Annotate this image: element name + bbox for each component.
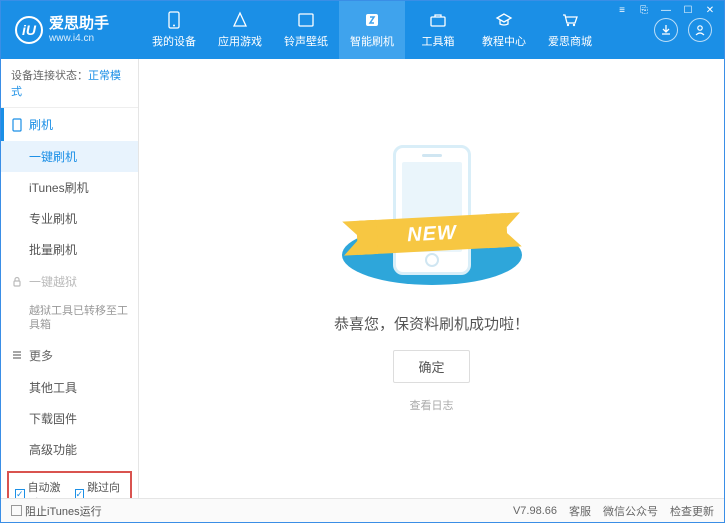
apps-icon bbox=[231, 11, 249, 29]
check-icon: ✓ bbox=[75, 489, 85, 498]
sidebar-group-more[interactable]: 更多 bbox=[1, 339, 138, 372]
user-button[interactable] bbox=[688, 18, 712, 42]
wallpaper-icon bbox=[297, 11, 315, 29]
options-highlight-box: ✓ 自动激活 ✓ 跳过向导 bbox=[7, 471, 132, 498]
nav-store[interactable]: 爱思商城 bbox=[537, 1, 603, 59]
nav-toolbox[interactable]: 工具箱 bbox=[405, 1, 471, 59]
nav-smart-flash[interactable]: 智能刷机 bbox=[339, 1, 405, 59]
service-link[interactable]: 客服 bbox=[569, 503, 591, 519]
chk-label: 跳过向导 bbox=[87, 479, 124, 498]
nav-label: 工具箱 bbox=[422, 33, 455, 49]
chk-label: 自动激活 bbox=[28, 479, 65, 498]
nav-label: 智能刷机 bbox=[350, 33, 394, 49]
chk-label: 阻止iTunes运行 bbox=[25, 503, 102, 519]
nav-label: 我的设备 bbox=[152, 33, 196, 49]
nav-ringtone-wallpaper[interactable]: 铃声壁纸 bbox=[273, 1, 339, 59]
main-content: NEW 恭喜您，保资料刷机成功啦！ 确定 查看日志 bbox=[139, 59, 724, 498]
check-update-link[interactable]: 检查更新 bbox=[670, 503, 714, 519]
toolbox-icon bbox=[429, 11, 447, 29]
main-nav: 我的设备 应用游戏 铃声壁纸 智能刷机 工具箱 教程中心 爱思商城 bbox=[141, 1, 654, 59]
logo-icon: iU bbox=[15, 16, 43, 44]
status-label: 设备连接状态： bbox=[11, 70, 88, 82]
checkbox-block-itunes[interactable]: 阻止iTunes运行 bbox=[11, 503, 102, 519]
wechat-link[interactable]: 微信公众号 bbox=[603, 503, 658, 519]
checkbox-icon bbox=[11, 505, 22, 516]
connection-status: 设备连接状态：正常模式 bbox=[1, 59, 138, 108]
ok-button[interactable]: 确定 bbox=[393, 350, 469, 383]
pin-icon[interactable]: ⎘ bbox=[634, 3, 654, 17]
check-icon: ✓ bbox=[15, 489, 25, 498]
app-name: 爱思助手 bbox=[49, 16, 109, 33]
maximize-icon[interactable]: ☐ bbox=[678, 3, 698, 17]
close-icon[interactable]: ✕ bbox=[700, 3, 720, 17]
jailbreak-note: 越狱工具已转移至工具箱 bbox=[1, 298, 138, 339]
sidebar-item-other-tools[interactable]: 其他工具 bbox=[1, 372, 138, 403]
nav-my-device[interactable]: 我的设备 bbox=[141, 1, 207, 59]
view-log-link[interactable]: 查看日志 bbox=[410, 397, 454, 413]
nav-label: 爱思商城 bbox=[548, 33, 592, 49]
checkbox-auto-activate[interactable]: ✓ 自动激活 bbox=[15, 479, 65, 498]
nav-apps-games[interactable]: 应用游戏 bbox=[207, 1, 273, 59]
version-label: V7.98.66 bbox=[513, 505, 557, 517]
cart-icon bbox=[561, 11, 579, 29]
sidebar-item-itunes-flash[interactable]: iTunes刷机 bbox=[1, 172, 138, 203]
sidebar-item-oneclick-flash[interactable]: 一键刷机 bbox=[1, 141, 138, 172]
footer: 阻止iTunes运行 V7.98.66 客服 微信公众号 检查更新 bbox=[1, 498, 724, 522]
sidebar-item-advanced[interactable]: 高级功能 bbox=[1, 434, 138, 465]
sidebar-item-download-firmware[interactable]: 下载固件 bbox=[1, 403, 138, 434]
graduation-icon bbox=[495, 11, 513, 29]
nav-label: 教程中心 bbox=[482, 33, 526, 49]
app-url: www.i4.cn bbox=[49, 33, 109, 44]
menu-icon[interactable]: ≡ bbox=[612, 3, 632, 17]
download-button[interactable] bbox=[654, 18, 678, 42]
minimize-icon[interactable]: — bbox=[656, 3, 676, 17]
nav-tutorials[interactable]: 教程中心 bbox=[471, 1, 537, 59]
sidebar-item-batch-flash[interactable]: 批量刷机 bbox=[1, 234, 138, 265]
success-illustration: NEW bbox=[337, 145, 527, 295]
flash-icon bbox=[363, 11, 381, 29]
phone-icon bbox=[11, 118, 23, 132]
checkbox-skip-guide[interactable]: ✓ 跳过向导 bbox=[75, 479, 125, 498]
nav-label: 应用游戏 bbox=[218, 33, 262, 49]
lock-icon bbox=[11, 276, 23, 288]
list-icon bbox=[11, 349, 23, 361]
sidebar: 设备连接状态：正常模式 刷机 一键刷机 iTunes刷机 专业刷机 批量刷机 一… bbox=[1, 59, 139, 498]
logo: iU 爱思助手 www.i4.cn bbox=[1, 16, 141, 44]
success-message: 恭喜您，保资料刷机成功啦！ bbox=[334, 313, 529, 334]
phone-icon bbox=[165, 11, 183, 29]
sidebar-group-flash[interactable]: 刷机 bbox=[1, 108, 138, 141]
group-label: 更多 bbox=[29, 347, 53, 364]
sidebar-item-pro-flash[interactable]: 专业刷机 bbox=[1, 203, 138, 234]
sidebar-group-jailbreak[interactable]: 一键越狱 bbox=[1, 265, 138, 298]
ribbon-text: NEW bbox=[406, 221, 457, 247]
nav-label: 铃声壁纸 bbox=[284, 33, 328, 49]
group-label: 一键越狱 bbox=[29, 273, 77, 290]
group-label: 刷机 bbox=[29, 116, 53, 133]
